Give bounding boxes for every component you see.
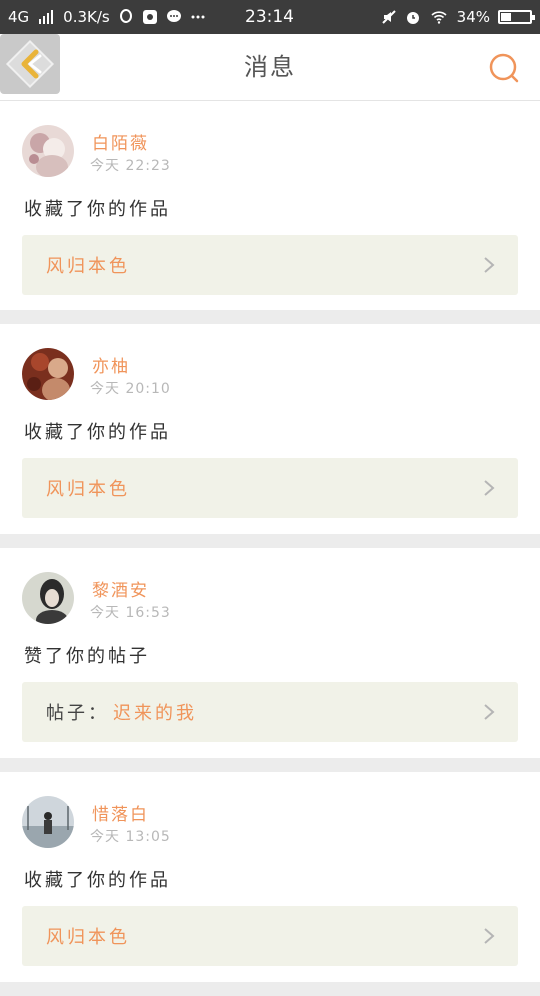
chevron-right-icon [484, 480, 495, 496]
wifi-icon [431, 11, 447, 24]
mute-icon [381, 10, 396, 24]
username[interactable]: 惜落白 [92, 800, 149, 825]
network-indicator: 4G [8, 8, 30, 26]
notification-card: 惜落白 今天 13:05 收藏了你的作品 风归本色 [0, 772, 540, 982]
referenced-work-title: 风归本色 [46, 256, 130, 277]
chevron-right-icon [484, 257, 495, 273]
action-text: 收藏了你的作品 [24, 199, 171, 220]
clock: 23:14 [245, 7, 294, 27]
post-prefix-label: 帖子： [46, 703, 109, 724]
avatar[interactable] [22, 796, 74, 848]
timestamp: 今天 13:05 [90, 829, 171, 845]
action-text: 收藏了你的作品 [24, 422, 171, 443]
username[interactable]: 白陌薇 [92, 129, 149, 154]
action-text: 赞了你的帖子 [24, 646, 150, 667]
avatar[interactable] [22, 572, 74, 624]
action-text: 收藏了你的作品 [24, 870, 171, 891]
avatar[interactable] [22, 348, 74, 400]
referenced-post-link[interactable]: 帖子： 迟来的我 [22, 682, 518, 742]
referenced-work-link[interactable]: 风归本色 [22, 235, 518, 295]
battery-percent: 34% [456, 8, 490, 26]
alarm-icon [406, 12, 419, 24]
page-title: 消息 [244, 53, 296, 81]
username[interactable]: 黎酒安 [92, 576, 149, 601]
app-notification-icon [142, 10, 157, 24]
qq-icon [119, 9, 132, 23]
referenced-work-title: 风归本色 [46, 927, 130, 948]
top-nav-bar: 消息 [0, 34, 540, 101]
avatar[interactable] [22, 125, 74, 177]
status-bar: 4G 0.3K/s 23:14 34% [0, 0, 540, 34]
more-notifications-icon [191, 15, 205, 19]
referenced-work-link[interactable]: 风归本色 [22, 458, 518, 518]
chevron-right-icon [484, 704, 495, 720]
notification-list: 白陌薇 今天 22:23 收藏了你的作品 风归本色 亦柚 今天 20:10 收藏… [0, 101, 540, 996]
referenced-work-title: 风归本色 [46, 479, 130, 500]
network-speed: 0.3K/s [63, 8, 110, 26]
signal-icon [39, 10, 54, 24]
message-icon [166, 10, 181, 22]
timestamp: 今天 22:23 [90, 158, 171, 174]
chevron-right-icon [484, 928, 495, 944]
notification-card: 白陌薇 今天 22:23 收藏了你的作品 风归本色 [0, 101, 540, 310]
notification-card: 黎酒安 今天 16:53 赞了你的帖子 帖子： 迟来的我 [0, 548, 540, 758]
timestamp: 今天 20:10 [90, 381, 171, 397]
notification-card: 亦柚 今天 20:10 收藏了你的作品 风归本色 [0, 324, 540, 534]
timestamp: 今天 16:53 [90, 605, 171, 621]
referenced-post-title: 迟来的我 [113, 703, 197, 724]
battery-icon [498, 10, 535, 24]
search-button[interactable] [488, 52, 520, 84]
referenced-work-link[interactable]: 风归本色 [22, 906, 518, 966]
username[interactable]: 亦柚 [92, 352, 130, 377]
